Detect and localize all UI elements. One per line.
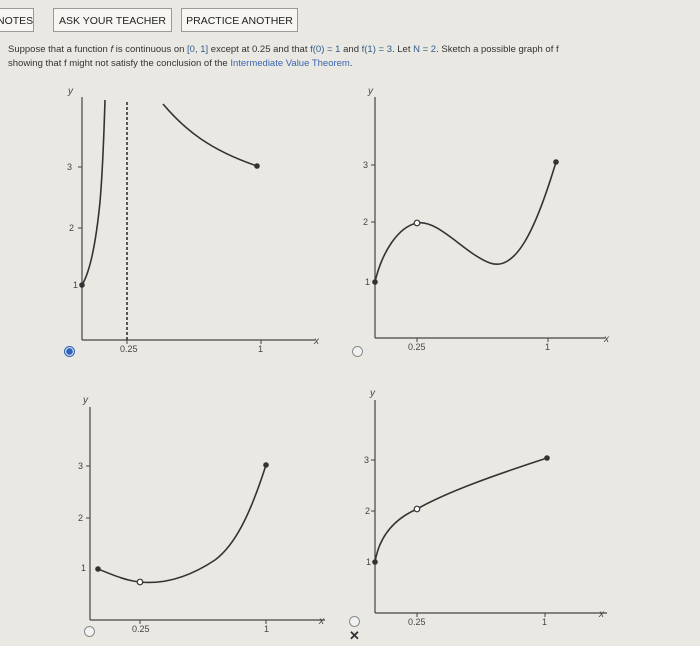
question-line-1: Suppose that a function f is continuous … [8,43,688,57]
question-text-part: . Sketch a possible graph of f [436,44,559,55]
x-axis-label: x [598,609,605,620]
x-tick-1: 1 [542,617,547,627]
ask-your-teacher-button[interactable]: ASK YOUR TEACHER [53,8,172,32]
incorrect-mark-icon: ✕ [349,628,360,643]
y-tick-3: 3 [364,455,369,465]
practice-another-button[interactable]: PRACTICE ANOTHER [181,8,298,32]
interval-value: [0, 1] [187,44,209,55]
endpoint-f0 [79,282,85,288]
graph-option-c: y x 3 2 1 0.25 1 [75,395,345,635]
y-tick-2: 2 [78,513,83,523]
option-c-radio[interactable] [84,626,95,637]
endpoint-f0 [372,279,378,285]
option-b-radio[interactable] [352,346,363,357]
y-tick-2: 2 [69,223,74,233]
curve [374,457,548,563]
endpoint-f1 [254,163,260,169]
question-text-part: and [340,44,362,55]
curve-right-branch [162,103,258,167]
graph-option-b: y x 3 2 1 0.25 1 [360,82,630,357]
y-tick-2: 2 [365,506,370,516]
x-axis-label: x [603,334,610,345]
question-text-part: showing that f might not satisfy the con… [8,58,231,69]
open-point [413,505,421,513]
endpoint-f1 [544,455,550,461]
y-tick-1: 1 [73,280,78,290]
question-text: Suppose that a function f is continuous … [8,43,688,71]
question-text-part: is continuous on [113,44,188,55]
y-tick-3: 3 [363,160,368,170]
y-axis-label: y [369,388,376,399]
x-tick-025: 0.25 [132,624,150,634]
x-tick-1: 1 [258,344,263,354]
y-tick-3: 3 [78,461,83,471]
x-axis-label: x [313,336,320,347]
f0-value: f(0) = 1 [310,44,341,55]
open-point [413,219,421,227]
y-axis-label: y [367,86,374,97]
question-text-part: Suppose that a function [8,44,111,55]
option-a-radio[interactable] [64,346,75,357]
endpoint-f0 [95,566,101,572]
y-axis-label: y [82,395,89,406]
x-tick-025: 0.25 [408,342,426,352]
question-text-part: except at 0.25 and that [208,44,311,55]
graph-option-d: y x 3 2 1 0.25 1 [362,388,632,628]
y-axis-label: y [67,86,74,97]
endpoint-f1 [263,462,269,468]
x-tick-1: 1 [545,342,550,352]
endpoint-f0 [372,559,378,565]
endpoint-f1 [553,159,559,165]
n-value: N = 2 [413,44,437,55]
ivt-link: Intermediate Value Theorem [230,58,350,69]
curve-left-branch [81,99,106,286]
y-tick-1: 1 [365,277,370,287]
f1-value: f(1) = 3 [361,44,392,55]
y-tick-2: 2 [363,217,368,227]
x-tick-025: 0.25 [408,617,426,627]
y-tick-3: 3 [67,162,72,172]
option-d-radio[interactable] [349,616,360,627]
y-tick-1: 1 [366,557,371,567]
graph-option-a: y x 3 2 1 0.25 1 [60,82,330,357]
y-tick-1: 1 [81,563,86,573]
x-tick-1: 1 [264,624,269,634]
question-text-part: . [349,58,353,69]
x-axis-label: x [318,616,325,627]
x-tick-025: 0.25 [120,344,138,354]
question-line-2: showing that f might not satisfy the con… [8,57,688,71]
open-point [136,578,144,586]
question-text-part: . Let [392,44,414,55]
curve [374,161,557,283]
notes-button[interactable]: NOTES [0,8,34,32]
curve [97,464,267,584]
